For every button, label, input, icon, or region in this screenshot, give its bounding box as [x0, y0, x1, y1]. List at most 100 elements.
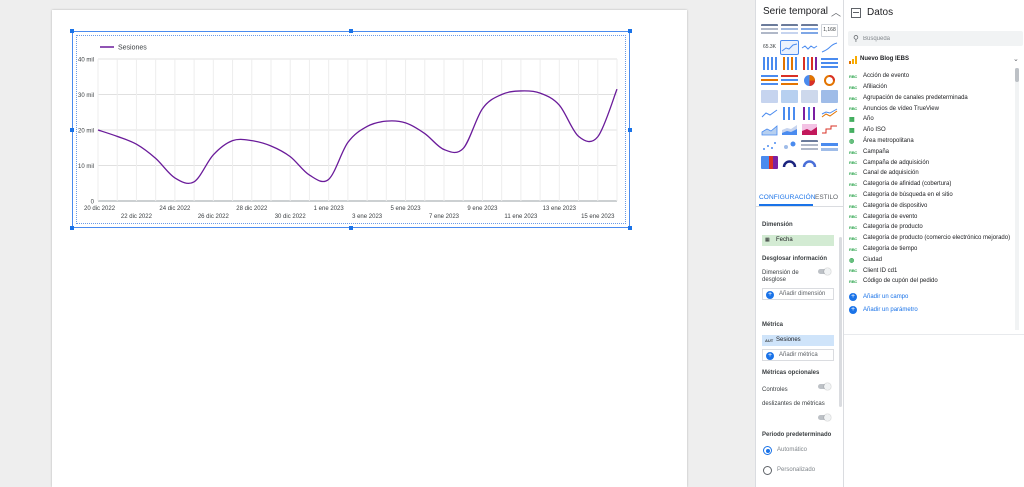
chart-type-multi-line-icon[interactable] — [821, 107, 838, 120]
add-dimension-button[interactable]: + Añadir dimensión — [762, 288, 834, 300]
field-item[interactable]: RBC Categoría de producto — [844, 223, 1024, 234]
field-item[interactable]: RBC Categoría de dispositivo — [844, 202, 1024, 213]
chart-type-scorecard-icon[interactable]: 1,168 — [821, 24, 838, 37]
chart-type-stepped-area-icon[interactable] — [821, 123, 838, 136]
chart-type-geo-map-icon[interactable] — [761, 90, 778, 103]
dimension-chip-fecha[interactable]: ▦ Fecha — [762, 235, 834, 246]
chart-type-smoothed-series-icon[interactable] — [821, 41, 838, 54]
field-item[interactable]: RBC Categoría de evento — [844, 212, 1024, 223]
data-point[interactable] — [250, 139, 253, 142]
data-point[interactable] — [385, 120, 388, 123]
data-point[interactable] — [154, 157, 157, 160]
chart-type-filled-map-icon[interactable] — [821, 90, 838, 103]
field-item[interactable]: ▦ Año ISO — [844, 126, 1024, 137]
chart-type-stacked-column-icon[interactable] — [781, 57, 798, 70]
data-point[interactable] — [308, 174, 311, 177]
data-point[interactable] — [116, 135, 119, 138]
data-point[interactable] — [327, 178, 330, 181]
chart-type-treemap-icon[interactable] — [761, 156, 778, 169]
chart-type-bubble-map-icon[interactable] — [801, 90, 818, 103]
chart-type-google-maps-icon[interactable] — [781, 90, 798, 103]
resize-handle-bottom[interactable] — [349, 226, 353, 230]
data-point[interactable] — [539, 92, 542, 95]
resize-handle-top[interactable] — [349, 29, 353, 33]
field-item[interactable]: RBC Agrupación de canales predeterminada — [844, 94, 1024, 105]
data-point[interactable] — [270, 144, 273, 147]
field-item[interactable]: ◍ Ciudad — [844, 256, 1024, 267]
expand-collapse-icon[interactable]: ⌄ — [1013, 55, 1019, 63]
resize-handle-top-right[interactable] — [628, 29, 632, 33]
data-point[interactable] — [231, 139, 234, 142]
chart-type-donut-icon[interactable] — [821, 74, 838, 87]
chart-type-gauge-icon[interactable] — [781, 156, 798, 169]
data-point[interactable] — [366, 125, 369, 128]
data-point[interactable] — [558, 104, 561, 107]
data-point[interactable] — [443, 148, 446, 151]
field-item[interactable]: RBC Afiliación — [844, 83, 1024, 94]
chart-type-scorecard-compact-icon[interactable]: 65.3K — [761, 41, 778, 54]
chart-type-table-heatmap-icon[interactable] — [781, 24, 798, 37]
chart-type-stacked-bar-icon[interactable] — [761, 73, 778, 87]
chart-type-100-column-icon[interactable] — [801, 57, 818, 70]
resize-handle-bottom-right[interactable] — [628, 226, 632, 230]
field-item[interactable]: RBC Acción de evento — [844, 72, 1024, 83]
data-point[interactable] — [404, 121, 407, 124]
add-metric-button[interactable]: + Añadir métrica — [762, 349, 834, 361]
metric-chip-sesiones[interactable]: AUT Sesiones — [762, 335, 834, 346]
field-item[interactable]: RBC Anuncios de vídeo TrueView — [844, 104, 1024, 115]
data-source-row[interactable]: Nuevo Blog IEBS ⌄ — [844, 53, 1024, 67]
chart-type-column-icon[interactable] — [761, 57, 778, 70]
chart-type-stacked-area-icon[interactable] — [781, 123, 798, 136]
data-point[interactable] — [500, 93, 503, 96]
series-line-sesiones[interactable] — [97, 88, 618, 185]
optional-metrics-toggle[interactable] — [818, 382, 831, 390]
data-point[interactable] — [519, 89, 522, 92]
time-series-chart[interactable]: 0 10 mil 20 mil 30 mil 40 mil 20 dic 2022 22 d… — [72, 31, 630, 228]
chart-type-table-icon[interactable] — [761, 24, 778, 37]
data-point[interactable] — [577, 135, 580, 138]
properties-scrollbar[interactable] — [839, 237, 842, 407]
chart-type-pivot-table-icon[interactable] — [801, 139, 818, 153]
radio-custom[interactable] — [763, 466, 772, 475]
data-point[interactable] — [481, 107, 484, 110]
chart-type-line-icon[interactable] — [761, 107, 778, 120]
field-item[interactable]: RBC Categoría de producto (comercio elect… — [844, 234, 1024, 245]
chart-type-area-icon[interactable] — [761, 123, 778, 136]
field-item[interactable]: RBC Campaña de adquisición — [844, 158, 1024, 169]
breakdown-toggle[interactable] — [818, 267, 831, 275]
collapse-chevron-icon[interactable]: ︿ — [831, 4, 841, 19]
radio-automatic[interactable] — [763, 446, 772, 455]
data-point[interactable] — [173, 176, 176, 179]
chart-type-100-area-icon[interactable] — [801, 123, 818, 136]
chart-type-timeline-icon[interactable] — [801, 156, 818, 169]
data-point[interactable] — [616, 88, 619, 91]
data-point[interactable] — [193, 180, 196, 183]
resize-handle-bottom-left[interactable] — [70, 226, 74, 230]
chart-type-bar-icon[interactable] — [821, 57, 838, 70]
chart-type-combo-icon[interactable] — [781, 106, 798, 120]
data-point[interactable] — [289, 155, 292, 158]
chart-type-time-series-icon[interactable] — [780, 39, 799, 55]
field-item[interactable]: RBC Campaña — [844, 148, 1024, 159]
resize-handle-right[interactable] — [628, 128, 632, 132]
field-item[interactable]: ▦ Año — [844, 115, 1024, 126]
metric-sliders-toggle[interactable] — [818, 413, 831, 421]
chart-type-sparkline-icon[interactable] — [801, 41, 818, 54]
data-point[interactable] — [97, 129, 100, 132]
chart-type-table-bars-icon[interactable] — [801, 24, 818, 37]
field-search[interactable]: ⚲ — [848, 31, 1023, 46]
data-point[interactable] — [462, 147, 465, 150]
data-point[interactable] — [423, 132, 426, 135]
tab-style[interactable]: ESTILO — [815, 194, 838, 201]
search-input[interactable] — [863, 32, 1018, 45]
chart-type-bullet-icon[interactable] — [821, 139, 838, 153]
resize-handle-left[interactable] — [70, 128, 74, 132]
chart-type-combo-stacked-icon[interactable] — [801, 106, 818, 120]
field-item[interactable]: RBC Código de cupón del pedido — [844, 277, 1024, 288]
data-point[interactable] — [212, 153, 215, 156]
tab-configuration[interactable]: CONFIGURACIÓN — [759, 194, 816, 201]
data-point[interactable] — [135, 143, 138, 146]
chart-type-scatter-icon[interactable] — [761, 140, 778, 153]
chart-type-pie-icon[interactable] — [801, 73, 818, 87]
field-item[interactable]: RBC Canal de adquisición — [844, 169, 1024, 180]
